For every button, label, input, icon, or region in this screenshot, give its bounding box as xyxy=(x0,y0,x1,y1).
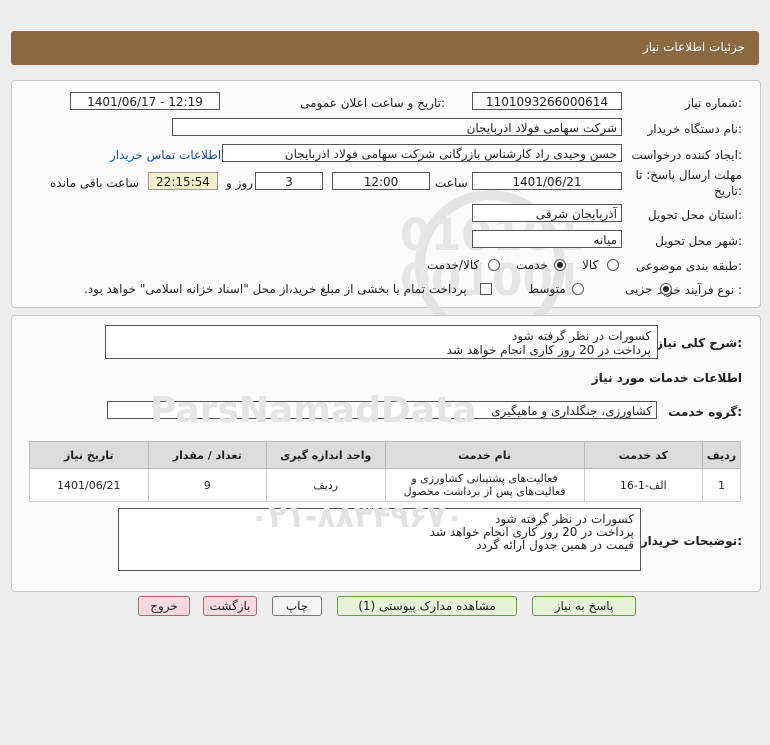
need-number-field: 1101093266000614 xyxy=(472,92,622,110)
cell-unit: ردیف xyxy=(266,468,386,502)
header-unit: واحد اندازه گیری xyxy=(266,441,386,469)
payment-note: پرداخت تمام یا بخشی از مبلغ خرید،از محل … xyxy=(84,282,467,296)
remaining-time-field: 22:15:54 xyxy=(148,172,218,190)
category-radio-goods-service[interactable] xyxy=(488,259,500,271)
exit-button[interactable]: خروج xyxy=(138,596,190,616)
summary-box: کسورات در نظر گرفته شود پرداخت در 20 روز… xyxy=(105,325,658,359)
treasury-checkbox[interactable] xyxy=(480,283,492,295)
table-header-row: ردیف کد خدمت نام خدمت واحد اندازه گیری ت… xyxy=(29,441,741,469)
process-option-medium: متوسط xyxy=(528,282,566,296)
services-title: اطلاعات خدمات مورد نیاز xyxy=(591,371,742,385)
header-service-name: نام خدمت xyxy=(384,441,585,469)
info-panel xyxy=(11,80,761,308)
category-option-goods: کالا xyxy=(582,258,599,272)
category-radio-service[interactable] xyxy=(554,259,566,271)
page-header: جزئیات اطلاعات نیاز xyxy=(11,31,759,65)
cell-service-code: الف-1-16 xyxy=(583,468,704,502)
header-service-code: کد خدمت xyxy=(583,441,704,469)
service-group-field: کشاورزی، جنگلداری و ماهیگیری xyxy=(107,401,657,419)
reply-button[interactable]: پاسخ به نیاز xyxy=(532,596,636,616)
summary-line-2: پرداخت در 20 روز کاری انجام خواهد شد xyxy=(446,343,651,357)
city-label: شهر محل تحویل: xyxy=(655,234,742,248)
header-quantity: تعداد / مقدار xyxy=(147,441,268,469)
summary-label: شرح کلی نیاز: xyxy=(656,336,742,350)
category-option-service: خدمت xyxy=(516,258,548,272)
buyer-notes-line-3: قیمت در همین جدول ارائه گردد xyxy=(476,538,634,552)
category-option-goods-service: کالا/خدمت xyxy=(427,258,480,272)
attachments-button[interactable]: مشاهده مدارک پیوستی (1) xyxy=(337,596,517,616)
deadline-label: مهلت ارسال پاسخ: تا xyxy=(635,168,742,182)
page-title: جزئیات اطلاعات نیاز xyxy=(642,40,745,54)
creator-label: ایجاد کننده درخواست: xyxy=(631,148,742,162)
service-group-label: گروه خدمت: xyxy=(668,405,742,419)
category-radio-goods[interactable] xyxy=(607,259,619,271)
deadline-date-field: 1401/06/21 xyxy=(472,172,622,190)
cell-row-number: 1 xyxy=(702,468,741,502)
table-row: 1 الف-1-16 فعالیت‌های پشتیبانی کشاورزی و… xyxy=(29,468,741,502)
city-field: میانه xyxy=(472,230,622,248)
announce-label: تاریخ و ساعت اعلان عمومی: xyxy=(300,96,445,110)
province-label: استان محل تحویل: xyxy=(647,208,742,222)
creator-field: حسن وحیدی راد کارشناس بازرگانی شرکت سهام… xyxy=(222,144,622,162)
buyer-label: نام دستگاه خریدار: xyxy=(647,122,743,136)
header-need-date: تاریخ نیاز xyxy=(29,441,149,469)
days-field: 3 xyxy=(255,172,323,190)
buyer-notes-label: توضیحات خریدار: xyxy=(640,534,742,548)
buyer-field: شرکت سهامی فولاد اذربایجان xyxy=(172,118,622,136)
services-table: ردیف کد خدمت نام خدمت واحد اندازه گیری ت… xyxy=(29,441,741,502)
process-radio-minor[interactable] xyxy=(660,283,672,295)
process-option-minor: جزیی xyxy=(625,282,653,296)
buyer-notes-box: کسورات در نظر گرفته شود پرداخت در 20 روز… xyxy=(118,508,641,571)
summary-line-1: کسورات در نظر گرفته شود xyxy=(512,329,651,343)
province-field: آذربایجان شرقی xyxy=(472,204,622,222)
days-label: روز و xyxy=(226,176,253,190)
deadline-time-field: 12:00 xyxy=(332,172,430,190)
cell-need-date: 1401/06/21 xyxy=(29,468,149,502)
announce-field: 1401/06/17 - 12:19 xyxy=(70,92,220,110)
deadline-label-date: تاریخ: xyxy=(714,184,742,198)
cell-service-name: فعالیت‌های پشتیبانی کشاورزی و فعالیت‌های… xyxy=(384,468,585,502)
contact-buyer-link[interactable]: اطلاعات تماس خریدار xyxy=(110,148,221,162)
back-button[interactable]: بازگشت xyxy=(203,596,257,616)
process-radio-medium[interactable] xyxy=(572,283,584,295)
print-button[interactable]: چاپ xyxy=(272,596,322,616)
category-label: طبقه بندی موضوعی: xyxy=(635,259,742,273)
need-number-label: شماره نیاز: xyxy=(684,96,742,110)
time-label: ساعت xyxy=(435,176,468,190)
header-row-number: ردیف xyxy=(702,441,741,469)
cell-quantity: 9 xyxy=(147,468,268,502)
remaining-label: ساعت باقی مانده xyxy=(50,176,140,190)
